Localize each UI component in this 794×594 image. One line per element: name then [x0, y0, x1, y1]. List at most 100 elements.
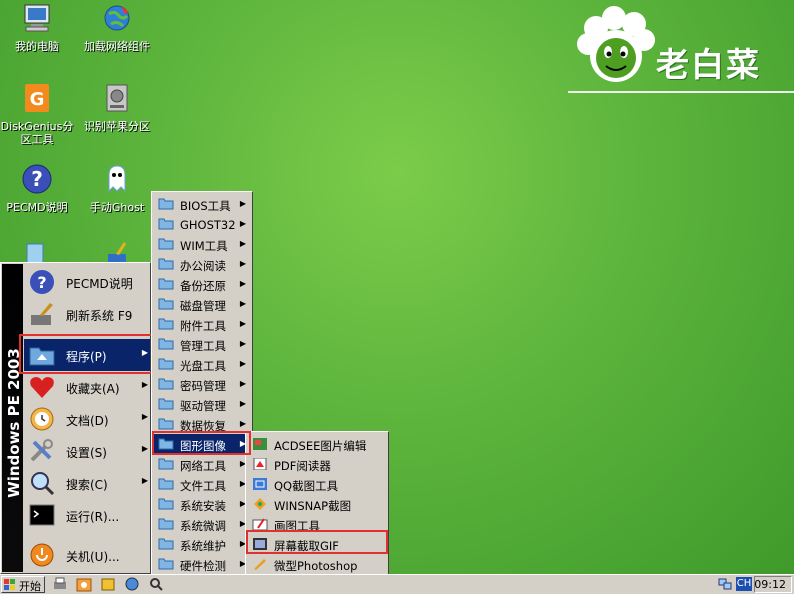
recycle-bin-icon	[26, 243, 44, 264]
start-item-shutdown[interactable]: 关机(U)...	[24, 539, 150, 571]
start-item-pecmd-help[interactable]: ? PECMD说明	[24, 266, 150, 298]
submenu-arrow-icon: ▶	[141, 444, 148, 453]
winsnap-icon	[254, 498, 266, 510]
favorites-heart-icon	[30, 377, 54, 398]
brand-title: 老白菜	[656, 45, 761, 84]
programs-item[interactable]: 网络工具 ▶	[154, 454, 250, 474]
start-button[interactable]: 开始	[1, 576, 45, 593]
svg-text:G: G	[30, 89, 45, 110]
graphics-item[interactable]: ACDSEE图片编辑	[248, 434, 386, 454]
ghost-icon	[108, 165, 126, 193]
start-item-search[interactable]: 搜索(C) ▶	[24, 467, 150, 499]
programs-item[interactable]: 系统安装 ▶	[154, 494, 250, 514]
submenu-arrow-icon: ▶	[239, 419, 246, 428]
pdf-icon	[253, 458, 267, 470]
graphics-item[interactable]: WINSNAP截图	[248, 494, 386, 514]
programs-item[interactable]: BIOS工具 ▶	[154, 194, 250, 214]
graphics-item[interactable]: 微型Photoshop	[248, 554, 386, 574]
acdsee-icon	[253, 438, 267, 450]
annotation-box-gif-capture	[246, 530, 388, 554]
programs-item[interactable]: 硬件检测 ▶	[154, 554, 250, 574]
programs-item[interactable]: 系统维护 ▶	[154, 534, 250, 554]
submenu-arrow-icon: ▶	[239, 279, 246, 288]
programs-item[interactable]: 光盘工具 ▶	[154, 354, 250, 374]
quicklaunch-folder-icon[interactable]	[76, 577, 92, 592]
folder-icon	[158, 218, 174, 230]
programs-item[interactable]: 办公阅读 ▶	[154, 254, 250, 274]
help-icon: ?	[22, 164, 52, 194]
submenu-arrow-icon: ▶	[239, 339, 246, 348]
quicklaunch-network-icon[interactable]	[124, 577, 140, 592]
photoshop-brush-icon	[254, 559, 266, 570]
folder-icon	[158, 318, 174, 330]
desktop-icon-manual-ghost[interactable]: 手动Ghost	[77, 163, 157, 214]
folder-icon	[158, 398, 174, 410]
quicklaunch-printer-icon[interactable]	[52, 577, 68, 592]
programs-item[interactable]: 密码管理 ▶	[154, 374, 250, 394]
folder-icon	[158, 378, 174, 390]
quicklaunch-search-icon[interactable]	[148, 577, 164, 592]
annotation-box-graphics	[152, 431, 251, 455]
start-button-label: 开始	[19, 580, 41, 593]
folder-icon	[158, 238, 174, 250]
programs-submenu: BIOS工具 ▶ GHOST32 ▶ WIM工具 ▶ 办公阅读 ▶ 备份还原 ▶ 磁盘管理 ▶ 附件工具…	[151, 191, 253, 594]
programs-item[interactable]: GHOST32 ▶	[154, 214, 250, 234]
desktop-icon-my-computer[interactable]: 我的电脑	[0, 2, 77, 53]
programs-item[interactable]: 备份还原 ▶	[154, 274, 250, 294]
submenu-arrow-icon: ▶	[239, 219, 246, 228]
submenu-arrow-icon: ▶	[239, 199, 246, 208]
svg-text:?: ?	[31, 167, 43, 191]
start-item-settings[interactable]: 设置(S) ▶	[24, 435, 150, 467]
folder-icon	[158, 538, 174, 550]
folder-icon	[158, 298, 174, 310]
submenu-arrow-icon: ▶	[141, 476, 148, 485]
programs-item-label: 附件工具	[180, 319, 226, 333]
programs-item[interactable]: WIM工具 ▶	[154, 234, 250, 254]
folder-icon	[158, 478, 174, 490]
programs-item[interactable]: 附件工具 ▶	[154, 314, 250, 334]
programs-item-label: BIOS工具	[180, 199, 231, 213]
programs-item-label: 光盘工具	[180, 359, 226, 373]
start-item-documents[interactable]: 文档(D) ▶	[24, 403, 150, 435]
programs-item-label: 系统微调	[180, 519, 226, 533]
graphics-submenu: ACDSEE图片编辑 PDF阅读器 QQ截图工具 WINSNAP截图 画图工具 屏幕截取G…	[245, 431, 389, 577]
start-item-run[interactable]: 运行(R)...	[24, 499, 150, 531]
desktop-icon-diskgenius[interactable]: G DiskGenius分区工具	[0, 82, 77, 146]
start-item-favorites[interactable]: 收藏夹(A) ▶	[24, 371, 150, 403]
programs-item[interactable]: 管理工具 ▶	[154, 334, 250, 354]
qq-screenshot-icon	[253, 478, 267, 490]
desktop-icon-network[interactable]: 加载网络组件	[77, 2, 157, 53]
desktop-icon-pecmd-help[interactable]: ? PECMD说明	[0, 163, 77, 214]
svg-text:?: ?	[37, 273, 46, 292]
graphics-item[interactable]: PDF阅读器	[248, 454, 386, 474]
programs-item[interactable]: 系统微调 ▶	[154, 514, 250, 534]
programs-item[interactable]: 文件工具 ▶	[154, 474, 250, 494]
programs-item-label: 密码管理	[180, 379, 226, 393]
graphics-item-label: ACDSEE图片编辑	[274, 439, 367, 453]
tray-network-icon[interactable]	[718, 577, 732, 591]
desktop-icon-apple-partition[interactable]: 识别苹果分区	[77, 82, 157, 133]
programs-item-label: 网络工具	[180, 459, 226, 473]
start-item-refresh-system[interactable]: 刷新系统 F9	[24, 298, 150, 330]
folder-icon	[158, 338, 174, 350]
programs-item-label: 驱动管理	[180, 399, 226, 413]
refresh-brush-icon	[31, 303, 53, 325]
programs-item-label: WIM工具	[180, 239, 228, 253]
start-menu-banner: Windows PE 2003	[2, 264, 23, 572]
programs-item-label: 办公阅读	[180, 259, 226, 273]
start-item-label: 文档(D)	[66, 414, 109, 428]
desktop-icon-label: PECMD说明	[6, 201, 68, 214]
ime-indicator[interactable]: CH	[736, 577, 752, 591]
help-icon: ?	[30, 270, 54, 294]
start-item-label: 收藏夹(A)	[66, 382, 120, 396]
quicklaunch-tool-icon[interactable]	[100, 577, 116, 592]
start-item-label: PECMD说明	[66, 277, 133, 291]
settings-tools-icon	[30, 439, 53, 462]
windows-logo-icon	[4, 579, 15, 590]
programs-item-label: 磁盘管理	[180, 299, 226, 313]
programs-item[interactable]: 驱动管理 ▶	[154, 394, 250, 414]
programs-item-label: GHOST32	[180, 218, 236, 232]
graphics-item[interactable]: QQ截图工具	[248, 474, 386, 494]
programs-item[interactable]: 磁盘管理 ▶	[154, 294, 250, 314]
start-item-label: 搜索(C)	[66, 478, 108, 492]
